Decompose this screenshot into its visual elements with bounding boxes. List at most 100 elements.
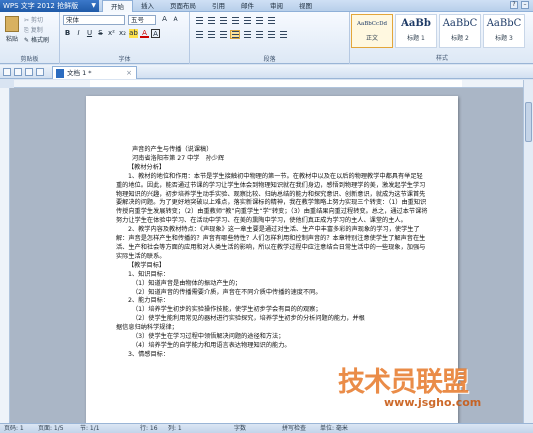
document-icon — [56, 69, 64, 78]
sort-icon[interactable] — [254, 16, 264, 25]
app-menu-button[interactable]: WPS 文字 2012 抢鲜版 ▼ — [0, 0, 99, 12]
subscript-icon[interactable]: x₂ — [118, 29, 127, 38]
font-color-icon[interactable]: A — [140, 29, 149, 38]
clipboard-group: 粘贴 ✂ 剪切 ⎘ 复制 ✎ 格式刷 剪贴板 — [0, 12, 60, 64]
numbering-icon[interactable] — [206, 16, 216, 25]
status-section: 节: 1/1 — [80, 425, 100, 432]
chinese-layout-icon[interactable] — [242, 16, 252, 25]
shrink-font-icon[interactable]: A — [171, 15, 180, 24]
doc-paragraph: 1、教材的地位和作用：本节是学生接触初中物理的第一节。在教材中以及在以后的物理教… — [116, 172, 428, 225]
font-group-label: 字体 — [118, 56, 131, 63]
undo-icon[interactable] — [36, 68, 44, 76]
help-icon[interactable]: ? — [510, 1, 518, 9]
tab-page-layout[interactable]: 页面布局 — [162, 0, 204, 12]
section-heading: 【教材分析】 — [128, 163, 166, 171]
copy-button[interactable]: ⎘ 复制 — [24, 25, 43, 35]
style-normal[interactable]: AaBbCcDd 正文 — [351, 14, 393, 48]
section-heading: 【教学目标】 — [128, 261, 166, 269]
tab-review[interactable]: 审阅 — [262, 0, 291, 12]
format-painter-button[interactable]: ✎ 格式刷 — [24, 35, 49, 44]
quick-access-toolbar: 文档 1 * × — [0, 65, 533, 79]
align-left-icon[interactable] — [194, 30, 204, 39]
styles-gallery: AaBbCcDd 正文 AaBb 标题 1 AaBbC 标题 2 AaBbC 标题 3 — [351, 14, 533, 50]
document-body: 声音的产生与传播（说课稿） 河南省洛阳市第 27 中学 孙少辉 【教材分析】 1… — [116, 146, 428, 360]
justify-icon[interactable] — [230, 30, 240, 39]
doc-line: 3、情感目标： — [128, 350, 170, 358]
doc-line: 1、知识目标： — [128, 270, 170, 278]
tab-references[interactable]: 引用 — [204, 0, 233, 12]
close-icon[interactable]: × — [126, 67, 132, 79]
status-unit[interactable]: 单位: 毫米 — [320, 424, 348, 433]
styles-group-label: 样式 — [435, 55, 448, 62]
minimize-icon[interactable]: – — [521, 1, 529, 9]
decrease-indent-icon[interactable] — [218, 16, 228, 25]
open-icon[interactable] — [14, 68, 22, 76]
superscript-icon[interactable]: x² — [107, 29, 116, 38]
doc-line: （2）使学生能利用常见的器材进行实验探究，培养学生初步的分析问题的能力，并根 — [132, 315, 365, 323]
ribbon-tabs: 开始 插入 页面布局 引用 邮件 审阅 视图 — [102, 0, 320, 12]
style-sample: AaBbCcDd — [356, 21, 388, 27]
bullets-icon[interactable] — [194, 16, 204, 25]
paste-label: 粘贴 — [5, 36, 18, 43]
document-tab[interactable]: 文档 1 * × — [52, 66, 137, 79]
tab-insert[interactable]: 插入 — [133, 0, 162, 12]
style-heading-1[interactable]: AaBb 标题 1 — [395, 14, 437, 48]
borders-icon[interactable] — [278, 30, 288, 39]
paragraph-group: 段落 — [190, 12, 350, 64]
doc-line: 据信息归纳科学规律； — [116, 324, 178, 332]
strikethrough-icon[interactable]: S — [96, 29, 105, 38]
line-spacing-icon[interactable] — [254, 30, 264, 39]
style-sample: AaBbC — [486, 18, 522, 29]
paste-button[interactable]: 粘贴 — [4, 16, 20, 44]
status-pages: 页面: 1/5 — [38, 425, 64, 432]
tab-home[interactable]: 开始 — [102, 0, 133, 12]
font-group: 宋体 五号 A A B I U S x² x₂ ab A A 字体 — [60, 12, 190, 64]
style-sample: AaBb — [401, 18, 431, 29]
font-name-select[interactable]: 宋体 — [63, 15, 125, 25]
highlight-icon[interactable]: ab — [129, 29, 138, 38]
increase-indent-icon[interactable] — [230, 16, 240, 25]
ribbon: 粘贴 ✂ 剪切 ⎘ 复制 ✎ 格式刷 剪贴板 宋体 五号 A A B I U S… — [0, 12, 533, 64]
bold-icon[interactable]: B — [63, 29, 72, 38]
style-heading-2[interactable]: AaBbC 标题 2 — [439, 14, 481, 48]
status-spell[interactable]: 拼写检查 — [282, 424, 306, 433]
format-painter-label: 格式刷 — [30, 37, 49, 44]
status-chars[interactable]: 字数 — [234, 424, 246, 433]
clipboard-group-label: 剪贴板 — [20, 56, 39, 63]
doc-line: 2、能力目标： — [128, 297, 170, 305]
shading-icon[interactable] — [266, 30, 276, 39]
doc-line: （1）知道声音是由物体的振动产生的； — [132, 279, 242, 287]
new-doc-icon[interactable] — [3, 68, 11, 76]
title-bar: WPS 文字 2012 抢鲜版 ▼ 开始 插入 页面布局 引用 邮件 审阅 视图 … — [0, 0, 533, 12]
cut-label: 剪切 — [30, 17, 43, 24]
chevron-down-icon: ▼ — [91, 2, 96, 9]
scroll-thumb[interactable] — [525, 102, 532, 142]
distribute-icon[interactable] — [242, 30, 252, 39]
cut-button[interactable]: ✂ 剪切 — [24, 15, 43, 24]
align-right-icon[interactable] — [218, 30, 228, 39]
font-size-select[interactable]: 五号 — [128, 15, 156, 25]
save-icon[interactable] — [25, 68, 33, 76]
horizontal-ruler — [14, 80, 533, 88]
style-sample: AaBbC — [442, 18, 478, 29]
char-border-icon[interactable]: A — [151, 29, 160, 38]
style-name: 标题 1 — [407, 35, 425, 42]
grow-font-icon[interactable]: A — [160, 15, 169, 24]
doc-paragraph: 2、教学内容及教材特点：《声现象》这一章主要是通过对生活、生产中丰富多彩的声现象… — [116, 226, 426, 260]
paste-icon — [5, 16, 19, 32]
tab-mailings[interactable]: 邮件 — [233, 0, 262, 12]
status-line: 行: 16 — [140, 425, 158, 432]
underline-icon[interactable]: U — [85, 29, 94, 38]
style-heading-3[interactable]: AaBbC 标题 3 — [483, 14, 525, 48]
status-bar: 页码: 1 页面: 1/5 节: 1/1 行: 16 列: 1 字数 拼写检查 … — [0, 423, 533, 433]
doc-line: （4）培养学生的自学能力和用语言表达物理知识的能力。 — [132, 341, 291, 349]
show-marks-icon[interactable] — [266, 16, 276, 25]
status-column: 列: 1 — [168, 425, 182, 432]
app-menu-label: WPS 文字 2012 抢鲜版 — [3, 2, 79, 10]
italic-icon[interactable]: I — [74, 29, 83, 38]
vertical-ruler — [0, 88, 10, 423]
tab-view[interactable]: 视图 — [291, 0, 320, 12]
align-center-icon[interactable] — [206, 30, 216, 39]
doc-line: （3）使学生在学习过程中领悟解决问题的途径和方法； — [132, 333, 285, 341]
doc-author: 河南省洛阳市第 27 中学 孙少辉 — [132, 154, 225, 162]
